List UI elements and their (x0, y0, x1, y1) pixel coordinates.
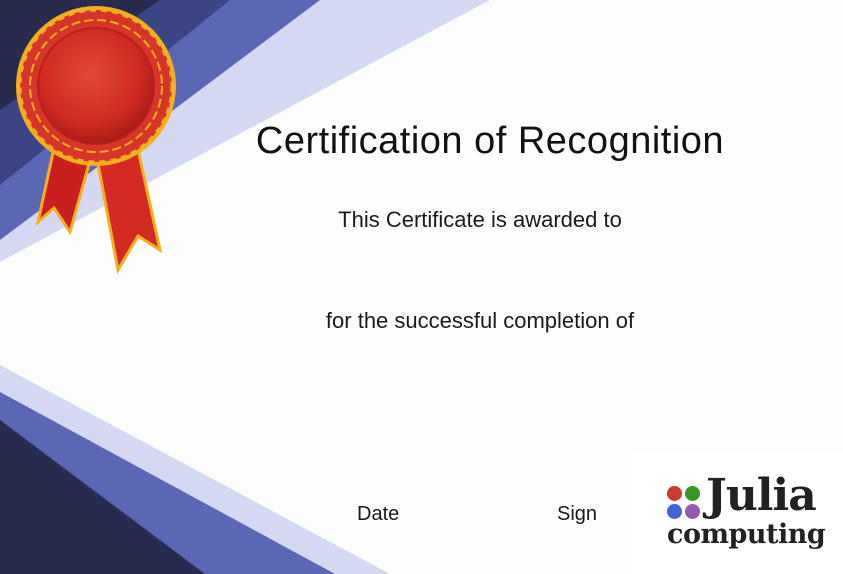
date-label: Date (357, 503, 400, 525)
logo-word-julia: Julia (706, 470, 817, 521)
logo-dot-purple (685, 504, 700, 519)
logo-dot-red (667, 486, 682, 501)
awarded-line: This Certificate is awarded to (338, 207, 622, 232)
sign-label: Sign (557, 503, 598, 525)
logo-dot-blue (667, 504, 682, 519)
logo-word-computing: computing (667, 519, 826, 550)
four-dots-icon (667, 486, 703, 522)
julia-computing-logo: Julia computing (632, 452, 843, 574)
certificate-title: Certification of Recognition (255, 120, 725, 162)
logo-dot-green (685, 486, 700, 501)
rosette-ribbon-icon (16, 6, 176, 275)
certificate: Certification of Recognition This Certif… (0, 0, 843, 574)
completion-line: for the successful completion of (325, 308, 635, 333)
